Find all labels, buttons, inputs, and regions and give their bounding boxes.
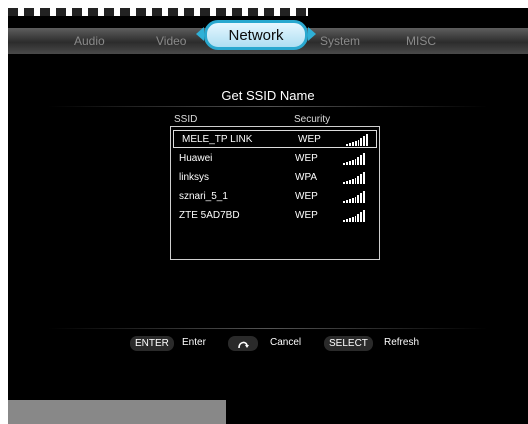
tab-network-label: Network	[228, 26, 284, 44]
top-border-decoration	[8, 8, 308, 16]
bottom-status-bar	[8, 400, 226, 424]
ssid-name: MELE_TP LINK	[182, 134, 253, 145]
tab-left-arrow-icon[interactable]	[196, 27, 204, 41]
enter-hint-label: Enter	[182, 337, 206, 348]
tab-video[interactable]: Video	[156, 34, 186, 48]
signal-strength-icon	[343, 209, 365, 222]
ssid-security: WPA	[295, 172, 318, 183]
key-hint-bar: ENTER Enter Cancel SELECT Refresh	[8, 336, 528, 352]
ssid-security: WEP	[295, 210, 318, 221]
footer-divider	[48, 328, 488, 329]
ssid-list-item[interactable]: linksys WPA	[171, 169, 379, 187]
tab-misc[interactable]: MISC	[406, 34, 436, 48]
select-key-badge: SELECT	[324, 336, 373, 351]
ssid-name: sznari_5_1	[179, 191, 228, 202]
cancel-hint-label: Cancel	[270, 337, 302, 348]
enter-key-badge: ENTER	[130, 336, 174, 351]
tv-screen: Audio Video System MISC Network Get SSID…	[8, 8, 528, 424]
tab-network[interactable]: Network	[204, 20, 308, 50]
column-header-security: Security	[294, 114, 331, 125]
return-key-badge	[228, 336, 258, 351]
refresh-hint-label: Refresh	[384, 337, 420, 348]
page-title: Get SSID Name	[221, 88, 315, 103]
ssid-security: WEP	[298, 134, 321, 145]
ssid-name: linksys	[179, 172, 210, 183]
title-divider	[48, 106, 488, 107]
tab-audio[interactable]: Audio	[74, 34, 105, 48]
tab-right-arrow-icon[interactable]	[308, 27, 316, 41]
signal-strength-icon	[343, 152, 365, 165]
ssid-security: WEP	[295, 191, 318, 202]
tab-system[interactable]: System	[320, 34, 360, 48]
signal-strength-icon	[343, 171, 365, 184]
signal-strength-icon	[343, 190, 365, 203]
ssid-name: Huawei	[179, 153, 213, 164]
ssid-list-item[interactable]: MELE_TP LINK WEP	[173, 130, 377, 148]
signal-strength-icon	[346, 133, 368, 146]
ssid-security: WEP	[295, 153, 318, 164]
ssid-list: MELE_TP LINK WEP Huawei WEP linksys WPA …	[170, 126, 380, 260]
ssid-list-item[interactable]: Huawei WEP	[171, 150, 379, 168]
ssid-list-item[interactable]: sznari_5_1 WEP	[171, 188, 379, 206]
column-header-ssid: SSID	[174, 114, 198, 125]
ssid-name: ZTE 5AD7BD	[179, 210, 240, 221]
ssid-list-item[interactable]: ZTE 5AD7BD WEP	[171, 207, 379, 225]
return-arrow-icon	[238, 341, 249, 349]
